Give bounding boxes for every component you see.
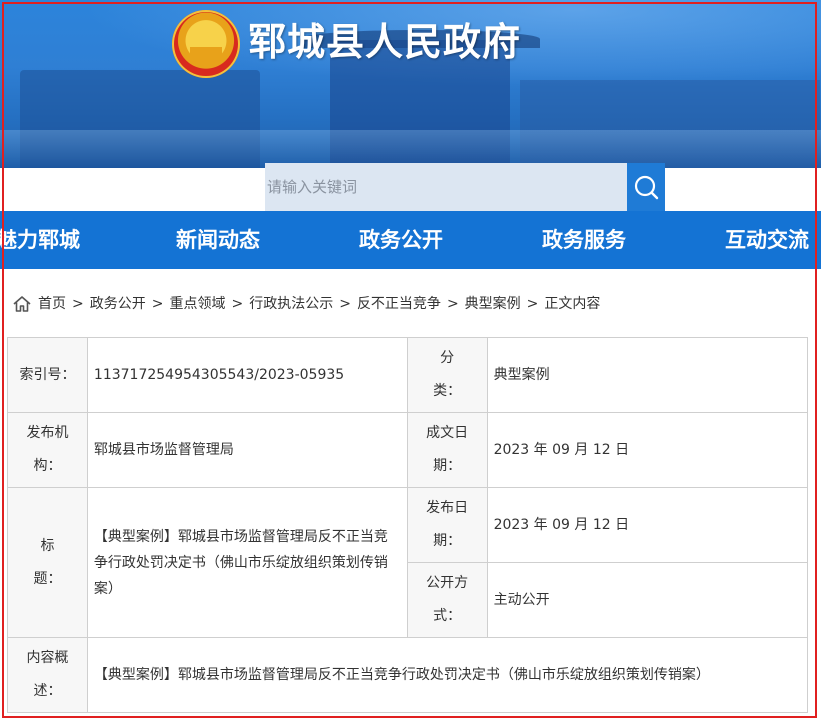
main-nav: 魅力郓城 新闻动态 政务公开 政务服务 互动交流	[0, 211, 821, 269]
table-row: 索引号： 113717254954305543/2023-05935 分类： 典…	[7, 337, 809, 413]
openness-value: 主动公开	[486, 562, 809, 638]
search-button[interactable]	[627, 163, 665, 211]
search-icon	[634, 175, 659, 200]
created-date-value: 2023 年 09 月 12 日	[486, 412, 809, 488]
breadcrumb-separator: >	[151, 296, 164, 312]
breadcrumb-separator: >	[339, 296, 351, 312]
breadcrumb-separator: >	[526, 296, 539, 312]
openness-label: 公开方 式：	[406, 562, 488, 638]
breadcrumb-key-areas[interactable]: 重点领域	[169, 292, 225, 316]
title-value: 【典型案例】郓城县市场监督管理局反不正当竞争行政处罚决定书（佛山市乐绽放组织策划…	[86, 487, 408, 638]
created-date-label: 成文日 期：	[406, 412, 488, 488]
document-meta-table: 索引号： 113717254954305543/2023-05935 分类： 典…	[7, 337, 809, 713]
breadcrumb: 首页 > 政务公开 > 重点领域 > 行政执法公示 > 反不正当竞争 > 典型案…	[12, 292, 600, 316]
publisher-value: 郓城县市场监督管理局	[86, 412, 408, 488]
breadcrumb-gov-affairs[interactable]: 政务公开	[90, 292, 146, 316]
title-label: 标题：	[7, 487, 88, 638]
nav-item-news[interactable]: 新闻动态	[176, 211, 260, 269]
nav-item-gov-service[interactable]: 政务服务	[542, 211, 626, 269]
breadcrumb-home[interactable]: 首页	[38, 292, 66, 316]
table-row: 标题： 【典型案例】郓城县市场监督管理局反不正当竞争行政处罚决定书（佛山市乐绽放…	[7, 487, 809, 638]
breadcrumb-enforcement[interactable]: 行政执法公示	[249, 292, 333, 316]
summary-value: 【典型案例】郓城县市场监督管理局反不正当竞争行政处罚决定书（佛山市乐绽放组织策划…	[86, 637, 809, 713]
publisher-label: 发布机 构：	[7, 412, 88, 488]
home-icon	[13, 296, 31, 312]
table-row: 内容概 述： 【典型案例】郓城县市场监督管理局反不正当竞争行政处罚决定书（佛山市乐…	[7, 637, 809, 713]
nav-item-interaction[interactable]: 互动交流	[725, 211, 809, 269]
breadcrumb-separator: >	[446, 296, 459, 312]
publish-date-value: 2023 年 09 月 12 日	[486, 487, 809, 563]
emblem-star-icon: ★	[194, 18, 214, 43]
nav-item-gov-affairs[interactable]: 政务公开	[359, 211, 443, 269]
category-label: 分类：	[406, 337, 488, 413]
breadcrumb-current[interactable]: 正文内容	[544, 292, 600, 316]
breadcrumb-cases[interactable]: 典型案例	[465, 292, 521, 316]
site-title[interactable]: 郓城县人民政府	[248, 14, 521, 70]
breadcrumb-separator: >	[72, 296, 84, 312]
index-label: 索引号：	[7, 337, 88, 413]
breadcrumb-separator: >	[231, 296, 244, 312]
index-value: 113717254954305543/2023-05935	[86, 337, 408, 413]
category-value: 典型案例	[486, 337, 809, 413]
nav-item-charm[interactable]: 魅力郓城	[0, 211, 80, 269]
summary-label: 内容概 述：	[7, 637, 88, 713]
search-input[interactable]	[265, 163, 627, 211]
publish-date-label: 发布日 期：	[406, 487, 488, 563]
national-emblem-icon: ★	[172, 10, 240, 78]
emblem-gate-icon	[190, 44, 222, 63]
table-row: 发布机 构： 郓城县市场监督管理局 成文日 期： 2023 年 09 月 12 日	[7, 412, 809, 488]
breadcrumb-anti-unfair[interactable]: 反不正当竞争	[357, 292, 441, 316]
site-banner: ★ 郓城县人民政府	[0, 0, 821, 168]
